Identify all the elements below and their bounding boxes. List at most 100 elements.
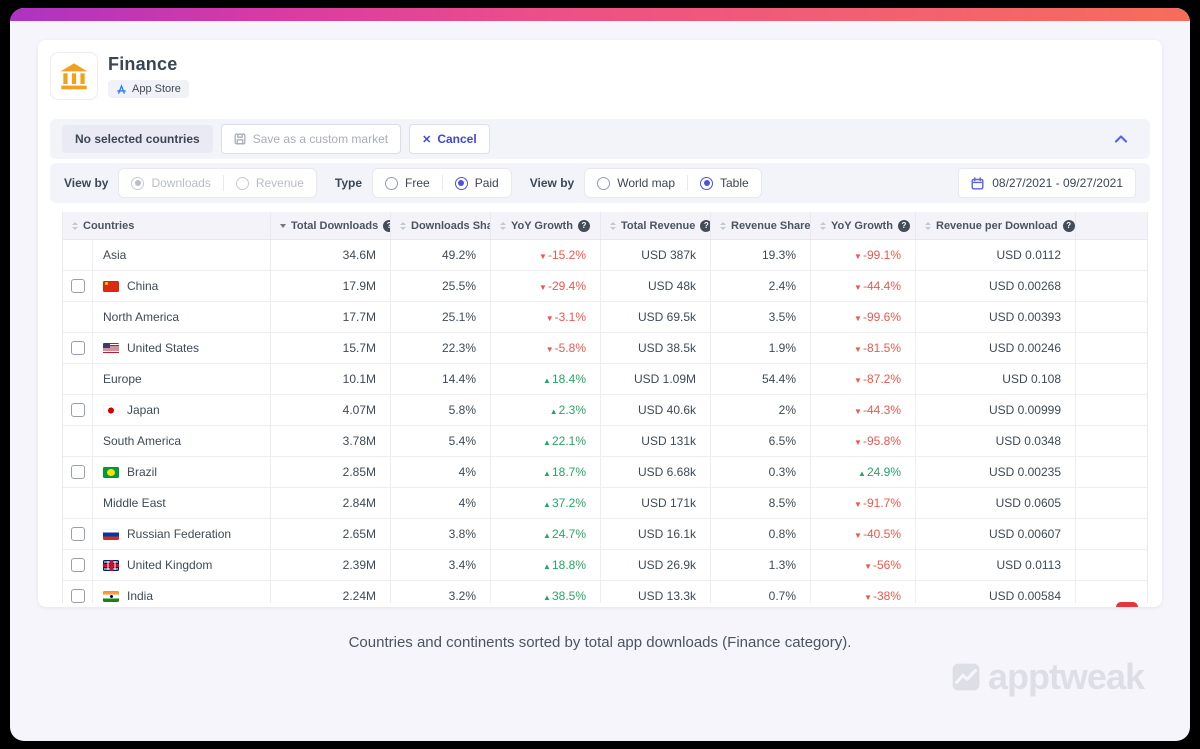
collapse-chevron-icon[interactable] (1114, 134, 1128, 144)
date-range-picker[interactable]: 08/27/2021 - 09/27/2021 (958, 168, 1136, 198)
table-row: China 17.9M 25.5% ▼-29.4% USD 48k 2.4% ▼-44.4%… (63, 271, 1147, 302)
cancel-button[interactable]: ✕ Cancel (409, 124, 490, 154)
column-label: Downloads Share (411, 219, 490, 232)
triangle-up-icon: ▲ (543, 531, 551, 540)
checkbox-cell (63, 457, 93, 487)
row-checkbox[interactable] (70, 465, 85, 479)
revenue-per-download-cell: USD 0.108 (916, 364, 1076, 394)
column-label: Total Revenue (621, 219, 696, 232)
triangle-down-icon: ▼ (854, 314, 862, 323)
triangle-down-icon: ▼ (854, 283, 862, 292)
total-revenue-cell: USD 131k (601, 426, 711, 456)
column-header-yoy-growth[interactable]: YoY Growth? (491, 212, 601, 239)
row-checkbox[interactable] (70, 527, 85, 541)
triangle-down-icon: ▼ (864, 562, 872, 571)
country-name: Japan (127, 403, 160, 417)
sort-icon (500, 221, 506, 230)
ru-flag-icon (103, 528, 119, 540)
triangle-up-icon: ▲ (543, 469, 551, 478)
column-header-yoy-growth[interactable]: YoY Growth? (811, 212, 916, 239)
help-icon[interactable]: ? (700, 219, 710, 232)
revenue-yoy-cell: ▲24.9% (811, 457, 916, 487)
yoy-growth-value: ▼-91.7% (854, 496, 901, 510)
downloads-share-cell: 5.8% (391, 395, 491, 425)
total-revenue-cell: USD 40.6k (601, 395, 711, 425)
help-icon[interactable]: ? (1062, 219, 1075, 232)
radio-label: Paid (474, 176, 499, 190)
total-downloads-cell: 17.9M (271, 271, 391, 301)
column-header-total-downloads[interactable]: Total Downloads? (271, 212, 391, 239)
downloads-yoy-cell: ▲37.2% (491, 488, 601, 518)
yoy-growth-value: ▼-95.8% (854, 434, 901, 448)
row-checkbox[interactable] (70, 341, 85, 355)
row-checkbox[interactable] (70, 558, 85, 572)
radio-free[interactable]: Free (385, 176, 430, 190)
country-name-cell: Asia (93, 240, 271, 270)
column-header-total-revenue[interactable]: Total Revenue? (601, 212, 711, 239)
type-radio-group: Free Paid (372, 168, 512, 198)
revenue-yoy-cell: ▼-56% (811, 550, 916, 580)
revenue-share-cell: 1.3% (711, 550, 811, 580)
table-row: Europe 10.1M 14.4% ▲18.4% USD 1.09M 54.4% ▼-87… (63, 364, 1147, 395)
downloads-yoy-cell: ▲18.7% (491, 457, 601, 487)
checkbox-cell (63, 271, 93, 301)
sort-icon (720, 221, 726, 230)
sort-icon (610, 221, 616, 230)
table-row: Middle East 2.84M 4% ▲37.2% USD 171k 8.5% ▼-91… (63, 488, 1147, 519)
view-by-display-label: View by (529, 176, 575, 190)
empty-cell (1076, 333, 1147, 363)
apptweak-logo-icon (952, 663, 980, 691)
downloads-share-cell: 22.3% (391, 333, 491, 363)
br-flag-icon (103, 466, 119, 478)
total-downloads-cell: 3.78M (271, 426, 391, 456)
country-name-cell: North America (93, 302, 271, 332)
radio-circle-icon (597, 176, 611, 190)
save-icon (234, 133, 246, 145)
yoy-growth-value: ▲2.3% (549, 403, 586, 417)
downloads-share-cell: 3.8% (391, 519, 491, 549)
row-checkbox[interactable] (70, 279, 85, 293)
table-row: North America 17.7M 25.1% ▼-3.1% USD 69.5k 3.… (63, 302, 1147, 333)
radio-world-map[interactable]: World map (597, 176, 675, 190)
table-row: Japan 4.07M 5.8% ▲2.3% USD 40.6k 2% ▼-44.3% USD… (63, 395, 1147, 426)
table-body: Asia 34.6M 49.2% ▼-15.2% USD 387k 19.3% ▼-99.1… (63, 240, 1147, 603)
downloads-yoy-cell: ▼-29.4% (491, 271, 601, 301)
yoy-growth-value: ▼-15.2% (539, 248, 586, 262)
save-custom-market-button[interactable]: Save as a custom market (220, 124, 402, 154)
total-revenue-cell: USD 13.3k (601, 581, 711, 603)
yoy-growth-value: ▲18.8% (543, 558, 586, 572)
column-header-revenue-share[interactable]: Revenue Share? (711, 212, 811, 239)
help-icon[interactable]: ? (897, 219, 910, 232)
row-checkbox[interactable] (70, 403, 85, 417)
help-icon[interactable]: ? (577, 219, 590, 232)
country-name-cell: Europe (93, 364, 271, 394)
triangle-up-icon: ▲ (858, 469, 866, 478)
empty-cell (1076, 426, 1147, 456)
total-revenue-cell: USD 387k (601, 240, 711, 270)
column-header-revenue-per-download[interactable]: Revenue per Download? (916, 212, 1076, 239)
triangle-down-icon: ▼ (854, 252, 862, 261)
row-checkbox[interactable] (70, 589, 85, 603)
radio-table[interactable]: Table (700, 176, 749, 190)
yoy-growth-value: ▼-40.5% (854, 527, 901, 541)
column-header-downloads-share[interactable]: Downloads Share? (391, 212, 491, 239)
radio-paid[interactable]: Paid (454, 176, 499, 190)
cancel-button-label: Cancel (437, 132, 477, 146)
downloads-yoy-cell: ▲24.7% (491, 519, 601, 549)
radio-label: Downloads (151, 176, 211, 190)
apptweak-logo-text: apptweak (987, 656, 1145, 697)
radio-circle-icon (131, 176, 145, 190)
column-header-countries[interactable]: Countries (63, 212, 271, 239)
total-downloads-cell: 10.1M (271, 364, 391, 394)
country-name-cell: Japan (93, 395, 271, 425)
yoy-growth-value: ▲22.1% (543, 434, 586, 448)
total-downloads-cell: 4.07M (271, 395, 391, 425)
triangle-down-icon: ▼ (854, 531, 862, 540)
column-label: Revenue Share (731, 219, 811, 232)
country-name: Europe (103, 372, 142, 386)
help-icon[interactable]: ? (383, 219, 390, 232)
radio-circle-icon (454, 176, 468, 190)
revenue-per-download-cell: USD 0.0112 (916, 240, 1076, 270)
divider (441, 175, 443, 191)
checkbox-cell (63, 426, 93, 456)
